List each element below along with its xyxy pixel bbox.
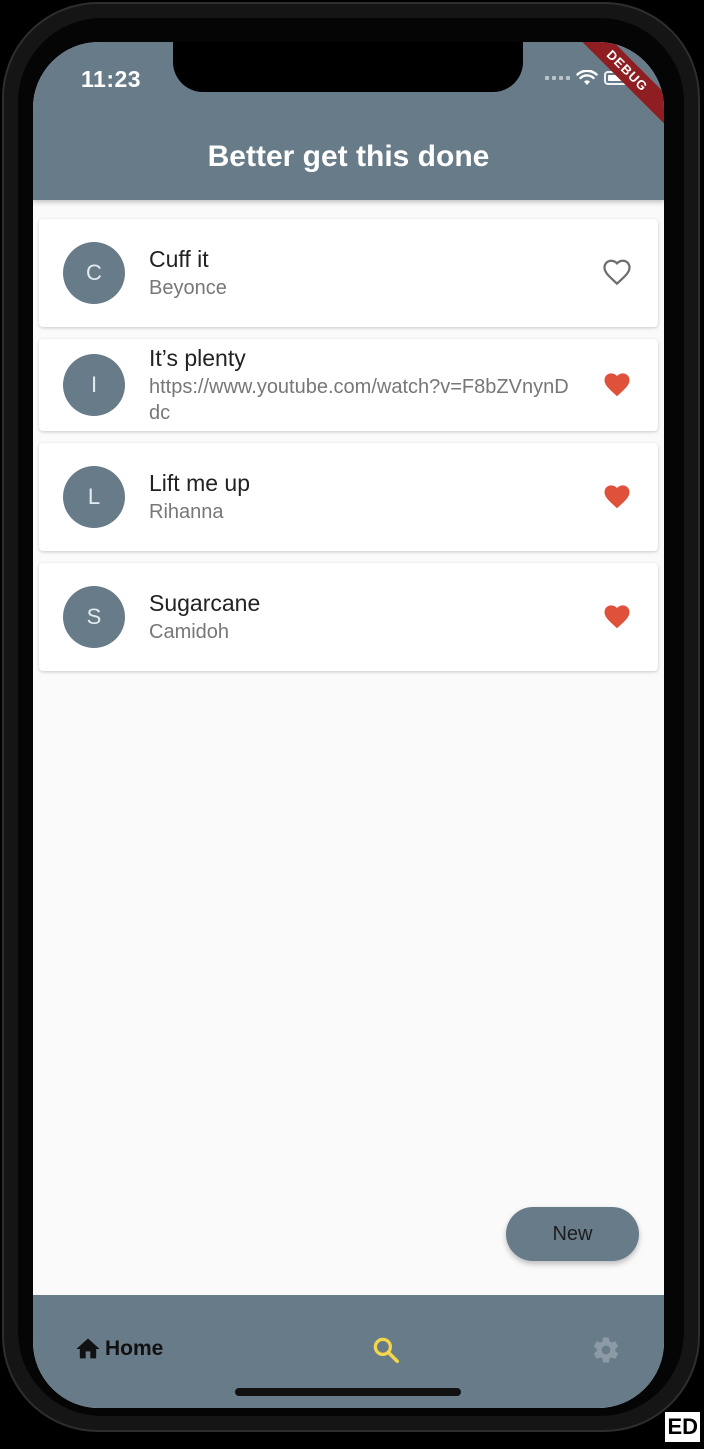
favorite-filled-icon[interactable] (600, 480, 634, 514)
app-screen: DEBUG 11:23 Better get this done C Cuff … (33, 42, 664, 1408)
device-frame: DEBUG 11:23 Better get this done C Cuff … (0, 0, 704, 1449)
gear-icon (593, 1337, 619, 1363)
avatar: L (63, 466, 125, 528)
song-subtitle: Rihanna (149, 501, 224, 523)
song-subtitle: https://www.youtube.com/watch?v=F8bZVnyn… (149, 376, 569, 424)
page-title: Better get this done (207, 140, 490, 173)
list-item[interactable]: C Cuff it Beyonce (39, 219, 658, 327)
signal-icon (545, 76, 570, 80)
nav-item-search[interactable] (371, 1335, 401, 1370)
search-icon (373, 1337, 399, 1363)
avatar: I (63, 354, 125, 416)
home-indicator[interactable] (235, 1388, 461, 1396)
favorite-filled-icon[interactable] (600, 368, 634, 402)
list-item[interactable]: S Sugarcane Camidoh (39, 563, 658, 671)
favorite-filled-icon[interactable] (600, 600, 634, 634)
nav-item-home[interactable]: Home (73, 1335, 163, 1363)
list-item[interactable]: I It’s plenty https://www.youtube.com/wa… (39, 339, 658, 431)
song-title: Lift me up (149, 470, 250, 496)
notch (173, 42, 523, 92)
new-button[interactable]: New (506, 1207, 639, 1261)
home-icon (76, 1338, 100, 1359)
favorite-outline-icon[interactable] (600, 256, 634, 290)
song-subtitle: Beyonce (149, 277, 227, 299)
nav-home-label: Home (105, 1337, 164, 1360)
song-subtitle: Camidoh (149, 621, 230, 643)
song-title: It’s plenty (149, 345, 246, 371)
song-title: Cuff it (149, 246, 209, 272)
avatar: C (63, 242, 125, 304)
song-list: C Cuff it Beyonce I It’s plenty https://… (39, 219, 658, 683)
list-item[interactable]: L Lift me up Rihanna (39, 443, 658, 551)
nav-item-settings[interactable] (591, 1335, 621, 1370)
corner-text: ED (665, 1412, 700, 1442)
avatar: S (63, 586, 125, 648)
status-time: 11:23 (81, 66, 142, 92)
wifi-icon (576, 70, 598, 85)
song-title: Sugarcane (149, 590, 261, 616)
